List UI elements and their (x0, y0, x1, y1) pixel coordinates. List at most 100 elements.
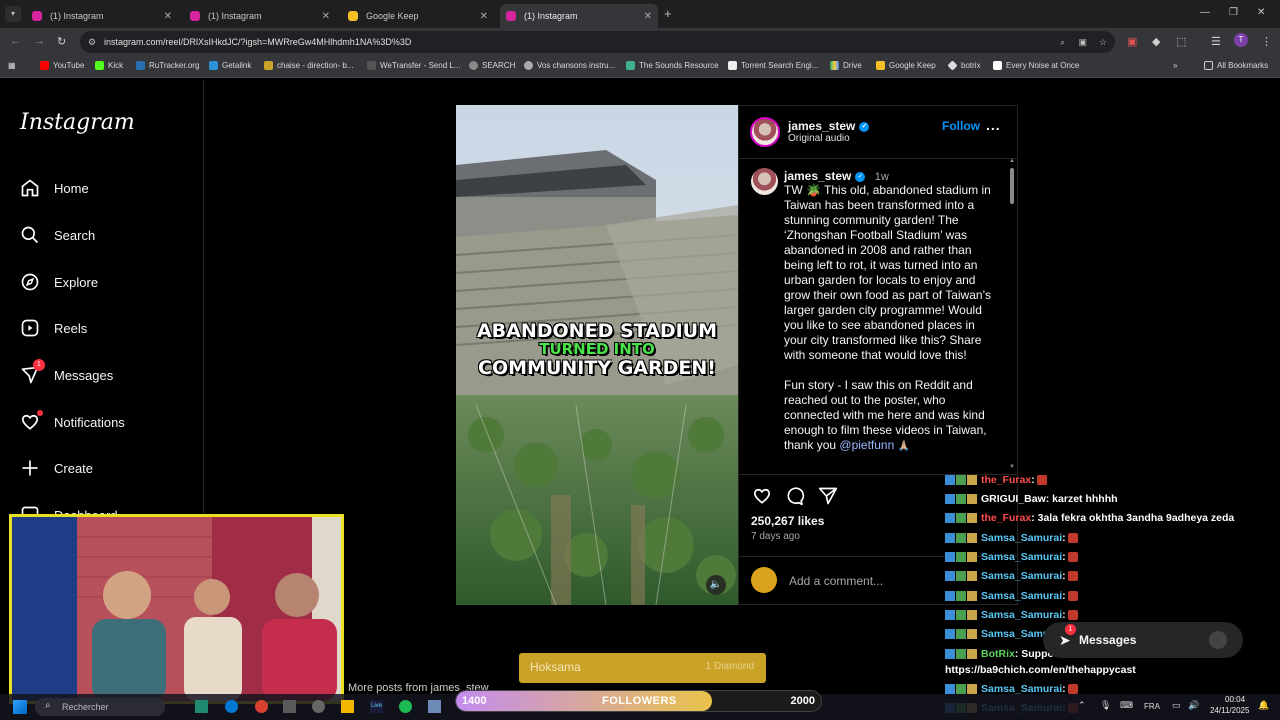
bookmark-item[interactable]: The Sounds Resource (626, 61, 719, 70)
close-window-icon[interactable]: ✕ (1257, 7, 1265, 18)
scroll-up-icon[interactable]: ▲ (1009, 158, 1015, 164)
nav-reels[interactable]: Reels (20, 318, 87, 338)
language-indicator[interactable]: FRA (1144, 702, 1160, 711)
folder-icon (264, 61, 273, 70)
edge-icon[interactable] (225, 700, 238, 713)
nav-home[interactable]: Home (20, 178, 89, 198)
bookmark-item[interactable]: chaise - direction- b... (264, 61, 353, 70)
bookmark-item[interactable]: Drive (830, 61, 862, 70)
bookmark-item[interactable]: Kick (95, 61, 123, 70)
keep-icon (876, 61, 885, 70)
close-tab-icon[interactable]: ✕ (480, 11, 488, 22)
network-icon[interactable]: ▭ (1172, 700, 1181, 711)
close-tab-icon[interactable]: ✕ (644, 11, 652, 22)
new-tab-button[interactable]: + (664, 6, 672, 21)
photos-icon[interactable] (428, 700, 441, 713)
speaker-icon[interactable]: 🔈 (706, 575, 726, 595)
tab-groups-icon[interactable]: ☰ (1211, 35, 1221, 48)
nav-explore[interactable]: Explore (20, 272, 98, 292)
bookmark-star-icon[interactable]: ☆ (1099, 31, 1107, 53)
caption-author-avatar[interactable] (751, 168, 778, 195)
instagram-logo[interactable]: Instagram (20, 110, 135, 135)
notifications-bell-icon[interactable]: 🔔 (1258, 700, 1269, 711)
windows-start-icon[interactable] (13, 700, 27, 714)
cast-icon[interactable]: ▣ (1078, 31, 1087, 53)
globe-icon (524, 61, 533, 70)
post-author-header[interactable]: james_stew ✓ (788, 119, 870, 133)
extension-icon[interactable]: ▣ (1127, 35, 1137, 48)
app-icon[interactable] (312, 700, 325, 713)
forward-icon[interactable]: → (34, 35, 45, 47)
browser-tab[interactable]: (1) Instagram ✕ (26, 4, 178, 28)
clock-time[interactable]: 00:04 (1225, 695, 1245, 704)
address-bar[interactable]: ⚙ instagram.com/reel/DRlXsIHkdJC/?igsh=M… (80, 31, 1115, 53)
tab-search-button[interactable]: ▾ (5, 6, 21, 22)
close-tab-icon[interactable]: ✕ (164, 11, 172, 22)
chat-text: : (1062, 532, 1066, 544)
bookmark-item[interactable]: Every Noise at Once (993, 61, 1079, 70)
comment-input[interactable]: Add a comment... (789, 574, 883, 588)
nav-messages[interactable]: 1 Messages (20, 359, 113, 385)
close-tab-icon[interactable]: ✕ (322, 11, 330, 22)
spotify-icon[interactable] (399, 700, 412, 713)
extensions-puzzle-icon[interactable]: ⬚ (1176, 35, 1186, 48)
author-avatar[interactable] (750, 117, 780, 147)
more-options-icon[interactable]: ... (986, 117, 1001, 133)
bookmark-item[interactable]: RuTracker.org (136, 61, 199, 70)
caption-scrollbar[interactable] (1010, 168, 1014, 204)
app-icon[interactable] (195, 700, 208, 713)
minimize-icon[interactable]: — (1200, 7, 1210, 18)
app-icon[interactable] (283, 700, 296, 713)
bookmark-item[interactable]: Google Keep (876, 61, 936, 70)
browser-tab[interactable]: Google Keep ✕ (342, 4, 494, 28)
messages-floating-panel[interactable]: ➤ 1 Messages (1043, 622, 1243, 658)
browser-tab[interactable]: (1) Instagram ✕ (184, 4, 336, 28)
scroll-down-icon[interactable]: ▼ (1009, 464, 1015, 470)
taskbar-search[interactable]: ⌕ Rechercher (35, 698, 165, 716)
keyboard-icon[interactable]: ⌨ (1120, 700, 1133, 711)
author-username[interactable]: james_stew (788, 119, 855, 133)
back-icon[interactable]: ← (10, 35, 21, 47)
chat-badge-icon (967, 494, 977, 505)
reload-icon[interactable]: ↻ (57, 35, 66, 48)
bookmark-item[interactable]: Vos chansons instru... (524, 61, 615, 70)
caption-author-username[interactable]: james_stew (784, 169, 851, 183)
mention-link[interactable]: @pietfunn (839, 438, 894, 452)
nav-label: Search (54, 227, 96, 243)
all-bookmarks-folder[interactable]: All Bookmarks (1204, 61, 1268, 70)
site-info-icon[interactable]: ⚙ (88, 31, 96, 53)
browser-tab-active[interactable]: (1) Instagram ✕ (500, 4, 658, 28)
extension-icon[interactable]: ◆ (1152, 35, 1160, 48)
nav-search[interactable]: Search (20, 225, 95, 245)
microphone-icon[interactable]: 🎙 (1100, 700, 1111, 711)
bookmark-item[interactable]: Getalink (209, 61, 251, 70)
folder-icon[interactable] (341, 700, 354, 713)
volume-icon[interactable]: 🔊 (1188, 700, 1199, 711)
bookmark-item[interactable]: botrix (947, 60, 981, 71)
bookmark-item[interactable]: SEARCH (469, 61, 515, 70)
bookmark-item[interactable]: WeTransfer - Send L... (367, 61, 460, 70)
comment-icon[interactable] (784, 486, 805, 506)
apps-grid-icon[interactable]: ▦ (8, 61, 16, 70)
chat-message: Samsa_Samurai: (945, 609, 1078, 621)
menu-kebab-icon[interactable]: ⋮ (1261, 35, 1272, 48)
bookmarks-overflow-icon[interactable]: » (1173, 61, 1177, 70)
bookmark-item[interactable]: YouTube (40, 61, 84, 70)
zoom-icon[interactable]: ⌕ (1060, 31, 1065, 53)
follow-button[interactable]: Follow (942, 119, 980, 133)
live-app-icon[interactable]: Live (370, 700, 383, 713)
profile-avatar[interactable]: T (1234, 33, 1248, 47)
bookmark-item[interactable]: Torrent Search Engi... (728, 61, 818, 70)
share-icon[interactable] (818, 486, 838, 506)
clock-date[interactable]: 24/11/2025 (1210, 706, 1249, 715)
bookmark-label: Vos chansons instru... (537, 61, 616, 70)
likes-count[interactable]: 250,267 likes (751, 514, 824, 528)
restore-icon[interactable]: ❐ (1229, 7, 1238, 18)
tray-overflow-icon[interactable]: ⌃ (1078, 700, 1086, 711)
nav-notifications[interactable]: Notifications (20, 410, 125, 432)
reel-video[interactable]: ABANDONED STADIUM TURNED INTO COMMUNITY … (456, 105, 738, 605)
like-heart-icon[interactable] (751, 486, 773, 506)
opera-icon[interactable] (255, 700, 268, 713)
audio-link[interactable]: Original audio (788, 133, 850, 144)
nav-create[interactable]: Create (20, 458, 93, 478)
